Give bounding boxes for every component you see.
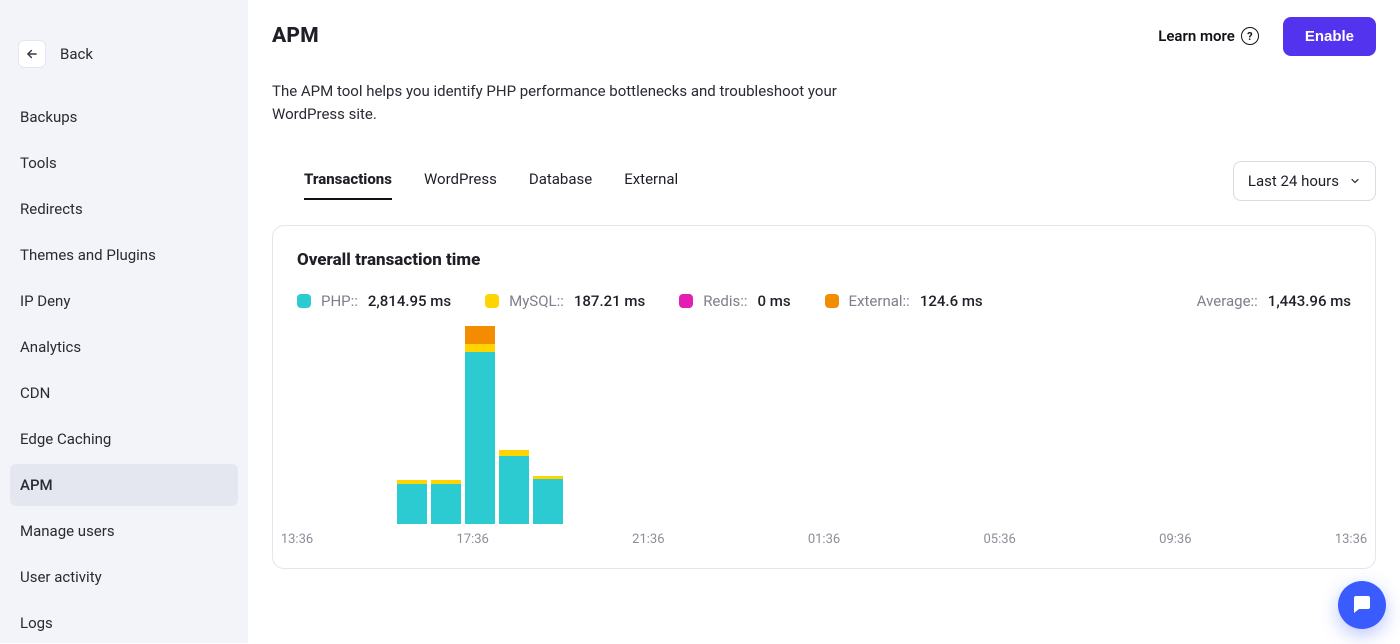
legend-item-redis: Redis::0 ms	[679, 292, 790, 310]
bar-15:36	[397, 480, 427, 524]
back-row: Back	[10, 40, 238, 90]
bar-17:36	[465, 326, 495, 524]
sidebar-item-analytics[interactable]: Analytics	[10, 326, 238, 368]
legend-item-php: PHP::2,814.95 ms	[297, 292, 451, 310]
x-tick: 01:36	[808, 532, 840, 547]
legend-row: PHP::2,814.95 ms MySQL::187.21 ms Redis::0…	[297, 292, 1351, 310]
arrow-left-icon	[25, 47, 39, 61]
bar-segment-php	[397, 484, 427, 524]
main: APM Learn more ? Enable The APM tool hel…	[248, 0, 1400, 643]
sidebar-item-user-activity[interactable]: User activity	[10, 556, 238, 598]
legend-item-mysql: MySQL::187.21 ms	[485, 292, 645, 310]
chat-fab[interactable]	[1338, 581, 1386, 629]
enable-button[interactable]: Enable	[1283, 17, 1376, 56]
bar-segment-php	[465, 352, 495, 524]
sidebar-item-manage-users[interactable]: Manage users	[10, 510, 238, 552]
chat-icon	[1350, 593, 1374, 617]
sidebar-item-redirects[interactable]: Redirects	[10, 188, 238, 230]
help-icon: ?	[1241, 27, 1259, 45]
time-range-select[interactable]: Last 24 hours	[1233, 161, 1376, 201]
transaction-chart-card: Overall transaction time PHP::2,814.95 m…	[272, 225, 1376, 569]
sidebar-item-ip-deny[interactable]: IP Deny	[10, 280, 238, 322]
sidebar-item-tools[interactable]: Tools	[10, 142, 238, 184]
x-tick: 13:36	[281, 532, 313, 547]
legend-swatch-php	[297, 294, 311, 308]
tab-wordpress[interactable]: WordPress	[424, 162, 497, 200]
chart-title: Overall transaction time	[297, 250, 1351, 270]
sidebar-item-edge-caching[interactable]: Edge Caching	[10, 418, 238, 460]
legend-label: Redis::	[703, 292, 747, 310]
tab-transactions[interactable]: Transactions	[304, 162, 392, 200]
sidebar: Back BackupsToolsRedirectsThemes and Plu…	[0, 0, 248, 643]
page-description: The APM tool helps you identify PHP perf…	[272, 80, 852, 125]
sidebar-item-logs[interactable]: Logs	[10, 602, 238, 644]
legend-swatch-mysql	[485, 294, 499, 308]
legend: PHP::2,814.95 ms MySQL::187.21 ms Redis::0…	[297, 292, 983, 310]
bar-16:36	[431, 480, 461, 524]
tabs: Transactions WordPress Database External	[272, 162, 678, 200]
x-tick: 09:36	[1159, 532, 1191, 547]
legend-value: 2,814.95 ms	[368, 292, 451, 310]
legend-average: Average:: 1,443.96 ms	[1197, 292, 1351, 310]
legend-value: 124.6 ms	[920, 292, 983, 310]
back-button[interactable]	[18, 40, 46, 68]
bar-segment-php	[431, 484, 461, 524]
time-range-label: Last 24 hours	[1248, 172, 1339, 190]
back-label: Back	[60, 45, 93, 63]
header: APM Learn more ? Enable	[272, 14, 1376, 58]
legend-item-external: External::124.6 ms	[825, 292, 983, 310]
average-label: Average::	[1197, 292, 1258, 310]
tab-external[interactable]: External	[624, 162, 678, 200]
x-tick: 13:36	[1335, 532, 1367, 547]
chevron-down-icon	[1349, 175, 1361, 187]
bar-segment-mysql	[465, 344, 495, 352]
learn-more-link[interactable]: Learn more ?	[1158, 27, 1259, 45]
x-tick: 17:36	[456, 532, 488, 547]
legend-label: MySQL::	[509, 292, 564, 310]
chart-x-axis: 13:3617:3621:3601:3605:3609:3613:36	[297, 532, 1351, 554]
page-title: APM	[272, 24, 319, 48]
bar-segment-php	[499, 456, 529, 524]
tabs-row: Transactions WordPress Database External La…	[272, 161, 1376, 201]
legend-label: PHP::	[321, 292, 358, 310]
average-value: 1,443.96 ms	[1268, 292, 1351, 310]
legend-value: 0 ms	[758, 292, 791, 310]
sidebar-item-backups[interactable]: Backups	[10, 96, 238, 138]
legend-label: External::	[849, 292, 910, 310]
legend-swatch-external	[825, 294, 839, 308]
nav-list: BackupsToolsRedirectsThemes and PluginsI…	[10, 96, 238, 644]
chart-plot	[397, 324, 1331, 524]
learn-more-label: Learn more	[1158, 27, 1235, 45]
x-tick: 05:36	[983, 532, 1015, 547]
x-tick: 21:36	[632, 532, 664, 547]
legend-value: 187.21 ms	[574, 292, 645, 310]
sidebar-item-cdn[interactable]: CDN	[10, 372, 238, 414]
sidebar-item-themes-and-plugins[interactable]: Themes and Plugins	[10, 234, 238, 276]
legend-swatch-redis	[679, 294, 693, 308]
chart: 13:3617:3621:3601:3605:3609:3613:36	[297, 324, 1351, 554]
bar-segment-php	[533, 479, 563, 524]
sidebar-item-apm[interactable]: APM	[10, 464, 238, 506]
bar-segment-external	[465, 326, 495, 344]
header-right: Learn more ? Enable	[1158, 17, 1376, 56]
tab-database[interactable]: Database	[529, 162, 592, 200]
bar-18:36	[499, 450, 529, 524]
bar-19:36	[533, 476, 563, 524]
